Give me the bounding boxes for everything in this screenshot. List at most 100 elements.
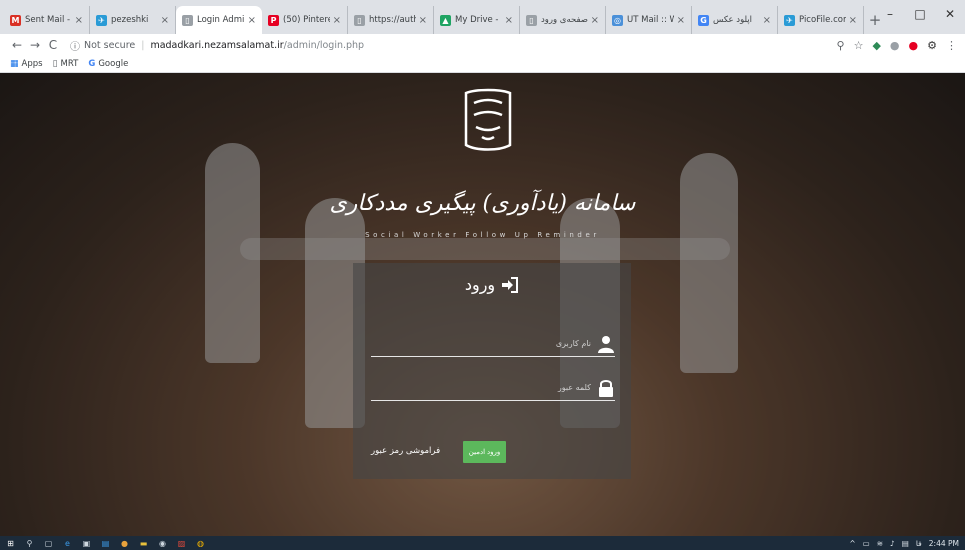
tab-title: UT Mail :: W [627,15,674,25]
silhouette-figure [680,153,738,373]
wifi-icon[interactable]: ≋ [877,539,883,548]
login-panel: ورود ورود ادمین فراموشی رمز عبور [353,263,631,479]
ut-mail-icon: ◎ [612,14,623,26]
folder-icon[interactable]: ▬ [139,539,148,548]
password-field [371,375,615,401]
silhouette-arm [240,238,730,260]
tab-close-icon[interactable]: × [505,15,513,26]
pinterest-icon: P [268,14,279,26]
window-controls: – □ ✕ [875,4,965,24]
notification-icon[interactable]: ▤ [902,539,909,548]
edge-icon[interactable]: e [63,539,72,548]
tab-close-icon[interactable]: × [248,15,256,26]
system-title-fa: سامانه (یادآوری) پیگیری مددکاری [329,191,636,216]
bookmark-apps[interactable]: ▦ Apps [10,59,43,69]
tab-close-icon[interactable]: × [591,15,599,26]
maximize-button[interactable]: □ [905,4,935,24]
google-icon: G [88,59,96,69]
google-icon: G [698,14,709,26]
store-icon[interactable]: ▣ [82,539,91,548]
gmail-icon: M [10,14,21,26]
battery-icon[interactable]: ▭ [863,539,870,548]
language-indicator[interactable]: فا [916,539,922,548]
minimize-button[interactable]: – [875,4,905,24]
reload-button[interactable]: C [44,38,62,52]
tab-close-icon[interactable]: × [161,15,169,26]
extension-icon[interactable]: ◆ [872,39,880,52]
close-window-button[interactable]: ✕ [935,4,965,24]
tab-title: آپلود عکس [713,15,753,25]
browser-tab[interactable]: ▲ My Drive - × [434,6,520,34]
browser-toolbar: ← → C ⓘ Not secure | madadkari.nezamsala… [0,34,965,56]
username-field [371,331,615,357]
tab-title: PicoFile.com [799,15,846,25]
browser-tab[interactable]: ◎ UT Mail :: W × [606,6,692,34]
system-title-en: Social Worker Follow Up Reminder [365,231,600,239]
tab-close-icon[interactable]: × [763,15,771,26]
tab-close-icon[interactable]: × [333,15,341,26]
chrome-icon[interactable]: ◍ [196,539,205,548]
username-input[interactable] [391,339,591,348]
password-input[interactable] [391,383,591,392]
forward-button[interactable]: → [26,38,44,52]
bookmark-star-icon[interactable]: ☆ [854,39,864,52]
tab-close-icon[interactable]: × [849,15,857,26]
browser-tab[interactable]: ✈ PicoFile.com× [778,6,864,34]
forgot-password-link[interactable]: فراموشی رمز عبور [371,446,440,456]
task-view-icon[interactable]: ▢ [44,539,53,548]
bookmark-mrt[interactable]: ▯ MRT [53,59,79,69]
search-icon[interactable]: ⚲ [25,539,34,548]
browser-tab[interactable]: ▯ صفحه‌ی ورود × [520,6,606,34]
pinterest-extension-icon[interactable]: ● [909,39,919,52]
zoom-icon[interactable]: ⚲ [837,39,845,52]
browser-tab[interactable]: ✈ pezeshki × [90,6,176,34]
user-icon [598,335,614,353]
back-button[interactable]: ← [8,38,26,52]
tab-strip: M Sent Mail - × ✈ pezeshki × ▯ Login Admin × P (5… [0,0,965,34]
menu-icon[interactable]: ⋮ [946,39,957,52]
windows-taskbar: ⊞ ⚲ ▢ e ▣ ▤ ● ▬ ◉ ▨ ◍ ^ ▭ ≋ ♪ ▤ فا 2:44 … [0,536,965,550]
bookmark-label: Google [98,59,129,69]
picofile-icon: ✈ [784,14,795,26]
settings-icon[interactable]: ⚙ [927,39,937,52]
app-icon[interactable]: ● [120,539,129,548]
lock-icon [599,379,613,397]
url-host: madadkari.nezamsalamat.ir [150,39,284,51]
browser-tab[interactable]: P (50) Pinteres× [262,6,348,34]
info-icon[interactable]: ⓘ [70,38,80,53]
tab-title: صفحه‌ی ورود [541,15,588,25]
volume-icon[interactable]: ♪ [890,539,895,548]
admin-login-button[interactable]: ورود ادمین [463,441,506,463]
tab-title: (50) Pinteres [283,15,330,25]
address-separator: | [141,39,145,51]
browser-tab[interactable]: ▯ Login Admin × [176,6,262,34]
tab-close-icon[interactable]: × [75,15,83,26]
address-bar[interactable]: ⓘ Not secure | madadkari.nezamsalamat.ir… [70,38,364,53]
browser-tab[interactable]: ▯ https://auth × [348,6,434,34]
sign-in-icon [502,276,519,293]
browser-tab[interactable]: G آپلود عکس × [692,6,778,34]
telegram-icon: ✈ [96,14,107,26]
bookmark-google[interactable]: G Google [88,59,128,69]
toolbar-actions: ⚲ ☆ ◆ ● ● ⚙ ⋮ [837,39,958,52]
login-heading-text: ورود [464,275,496,294]
drive-icon: ▲ [440,14,451,26]
windows-start-icon[interactable]: ⊞ [6,539,15,548]
tab-close-icon[interactable]: × [419,15,427,26]
tab-close-icon[interactable]: × [677,15,685,26]
extension-icon[interactable]: ● [890,39,900,52]
login-heading: ورود [353,275,631,294]
page-icon: ▯ [526,14,537,26]
browser-tab[interactable]: M Sent Mail - × [4,6,90,34]
bookmark-label: MRT [60,59,79,69]
login-page: سامانه (یادآوری) پیگیری مددکاری Social W… [0,73,965,536]
site-logo [464,88,512,151]
pdf-icon[interactable]: ▨ [177,539,186,548]
clock[interactable]: 2:44 PM [929,539,959,548]
app-icon[interactable]: ◉ [158,539,167,548]
url-path: /admin/login.php [283,39,365,51]
chevron-up-icon[interactable]: ^ [849,539,855,548]
page-icon: ▯ [182,14,193,26]
app-icon[interactable]: ▤ [101,539,110,548]
page-icon: ▯ [354,14,365,26]
